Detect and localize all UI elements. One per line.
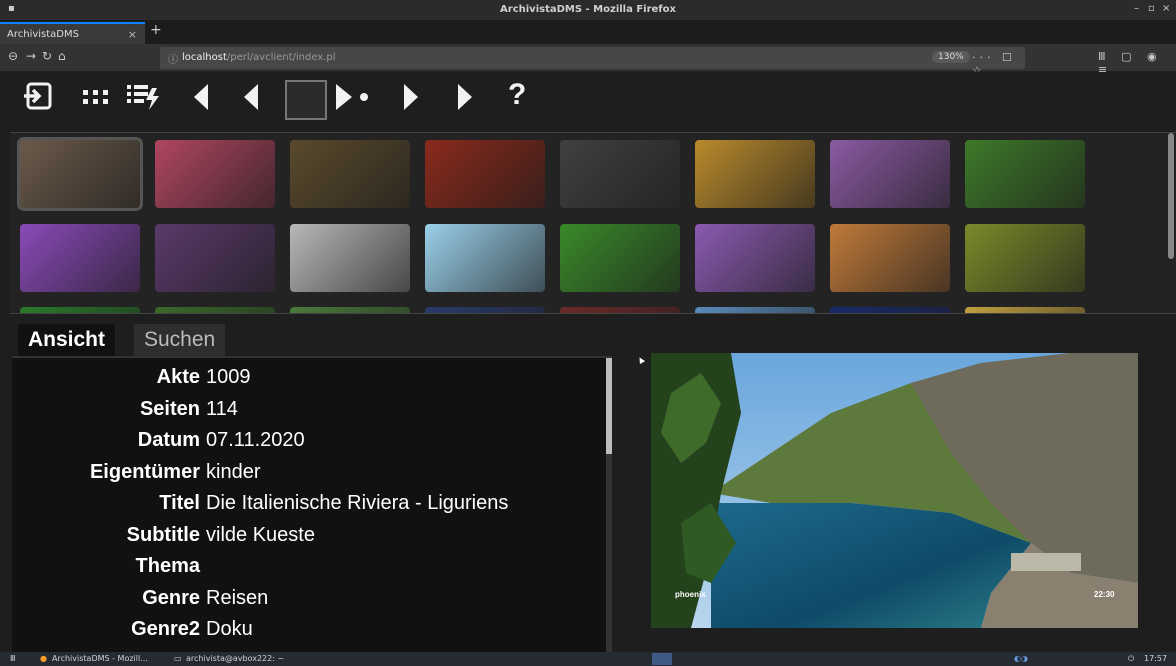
close-tab-icon[interactable]: ×: [128, 28, 137, 41]
thumbnail[interactable]: [560, 140, 680, 208]
url-bar[interactable]: ⓘ localhost/perl/avclient/index.pl 130% …: [160, 47, 1025, 77]
home-icon[interactable]: ⌂: [58, 49, 66, 63]
thumbnail[interactable]: [830, 140, 950, 208]
clock: 17:57: [1144, 654, 1168, 663]
thumbnail[interactable]: [425, 140, 545, 208]
minimize-icon[interactable]: –: [1134, 3, 1139, 14]
document-preview[interactable]: phoenix 22:30: [651, 353, 1138, 628]
previous-icon[interactable]: [238, 80, 264, 112]
field-value[interactable]: vilde Kueste: [206, 524, 315, 547]
field-label: Titel: [159, 492, 200, 514]
thumbnail[interactable]: [560, 307, 680, 313]
field-value[interactable]: kinder: [206, 461, 260, 484]
scrollbar-thumb[interactable]: [606, 358, 612, 454]
thumbnail[interactable]: [155, 224, 275, 292]
terminal-icon: ▭: [174, 654, 182, 663]
taskbar-item-firefox[interactable]: ArchivistaDMS - Mozill...: [52, 654, 148, 663]
metadata-scrollbar[interactable]: [606, 358, 612, 654]
thumbnail[interactable]: [155, 307, 275, 313]
browser-tabstrip: ArchivistaDMS × +: [0, 20, 1176, 44]
thumbnail-scrollbar[interactable]: [1168, 133, 1174, 259]
thumbnail[interactable]: [560, 224, 680, 292]
thumbnail[interactable]: [695, 307, 815, 313]
back-icon[interactable]: ⊖: [8, 49, 18, 63]
thumbnail[interactable]: [155, 140, 275, 208]
thumbnail-grid: [10, 132, 1176, 314]
thumbnail[interactable]: [425, 307, 545, 313]
tab-ansicht[interactable]: Ansicht: [18, 324, 116, 356]
thumbnail[interactable]: [830, 224, 950, 292]
app-toolbar: ?: [0, 72, 1176, 130]
firefox-icon: ●: [40, 654, 47, 663]
grid-icon[interactable]: [80, 80, 112, 112]
taskbar-item-terminal[interactable]: archivista@avbox222: ~: [186, 654, 284, 663]
page-number-box[interactable]: [285, 80, 327, 120]
field-label: Thema: [135, 555, 200, 577]
browser-navbar: ⊖ → ↻ ⌂ ⓘ localhost/perl/avclient/index.…: [0, 44, 1176, 77]
mouse-cursor: [636, 355, 646, 365]
field-value[interactable]: Die Italienische Riviera - Liguriens: [206, 492, 508, 515]
url-path: /perl/avclient/index.pl: [226, 52, 336, 63]
preview-time: 22:30: [1094, 590, 1115, 599]
field-value[interactable]: 07.11.2020: [206, 429, 305, 452]
thumbnail[interactable]: [695, 140, 815, 208]
thumbnail[interactable]: [965, 307, 1085, 313]
help-icon[interactable]: ?: [508, 78, 526, 112]
field-label: Seiten: [139, 397, 200, 420]
taskbar: Ⅲ ● ArchivistaDMS - Mozill... ▭ archivis…: [0, 652, 1176, 666]
power-icon[interactable]: ⏻: [1128, 654, 1134, 664]
field-label: Datum: [137, 429, 200, 451]
logout-icon[interactable]: [22, 80, 54, 112]
last-icon[interactable]: [452, 80, 478, 112]
thumbnail[interactable]: [425, 224, 545, 292]
close-window-icon[interactable]: ×: [1162, 3, 1170, 14]
tab-suchen[interactable]: Suchen: [134, 324, 226, 356]
preview-image: [651, 353, 1138, 628]
thumbnail[interactable]: [695, 224, 815, 292]
thumbnail[interactable]: [290, 140, 410, 208]
thumbnail[interactable]: [830, 307, 950, 313]
channel-logo: phoenix: [675, 590, 706, 599]
field-label: Subtitle: [126, 523, 200, 546]
field-label: Genre2: [131, 618, 200, 640]
browser-tab-label: ArchivistaDMS: [7, 29, 79, 40]
zoom-badge[interactable]: 130%: [932, 51, 970, 63]
next-icon[interactable]: [398, 80, 424, 112]
thumbnail[interactable]: [965, 224, 1085, 292]
network-icon[interactable]: ◐◑: [1014, 654, 1028, 663]
field-label: Genre: [142, 586, 200, 609]
thumbnail[interactable]: [290, 307, 410, 313]
list-action-icon[interactable]: [126, 80, 162, 112]
site-info-icon[interactable]: ⓘ: [168, 51, 178, 66]
metadata-panel: Akte 1009 Seiten 114 Datum 07.11.2020 Eigentüm…: [12, 356, 612, 654]
field-label: Eigentümer: [89, 460, 200, 483]
reload-icon[interactable]: ↻: [42, 49, 52, 63]
window-title: ArchivistaDMS - Mozilla Firefox: [500, 4, 676, 15]
thumbnail[interactable]: [290, 224, 410, 292]
app-menu-icon[interactable]: Ⅲ: [10, 654, 16, 663]
workspace-1[interactable]: [652, 653, 672, 665]
page-content: ? Ansicht Suchen Akte 1009 Seiten 114 Datum 0…: [0, 72, 1176, 654]
thumbnail[interactable]: [17, 137, 143, 211]
window-titlebar: ▪ ArchivistaDMS - Mozilla Firefox – ▫ ×: [0, 0, 1176, 20]
thumbnail[interactable]: [20, 307, 140, 313]
url-host: localhost: [182, 52, 227, 63]
field-value[interactable]: 114: [206, 398, 238, 421]
field-value[interactable]: Reisen: [206, 587, 268, 610]
forward-icon[interactable]: →: [26, 49, 36, 63]
field-value[interactable]: 1009: [206, 366, 251, 389]
maximize-icon[interactable]: ▫: [1148, 3, 1155, 14]
play-icon[interactable]: [332, 80, 376, 112]
new-tab-icon[interactable]: +: [150, 22, 162, 38]
thumbnail[interactable]: [20, 224, 140, 292]
thumbnail[interactable]: [965, 140, 1085, 208]
field-value[interactable]: Doku: [206, 618, 253, 641]
first-icon[interactable]: [188, 80, 214, 112]
field-label: Akte: [156, 366, 200, 388]
browser-tab[interactable]: ArchivistaDMS ×: [0, 22, 145, 44]
